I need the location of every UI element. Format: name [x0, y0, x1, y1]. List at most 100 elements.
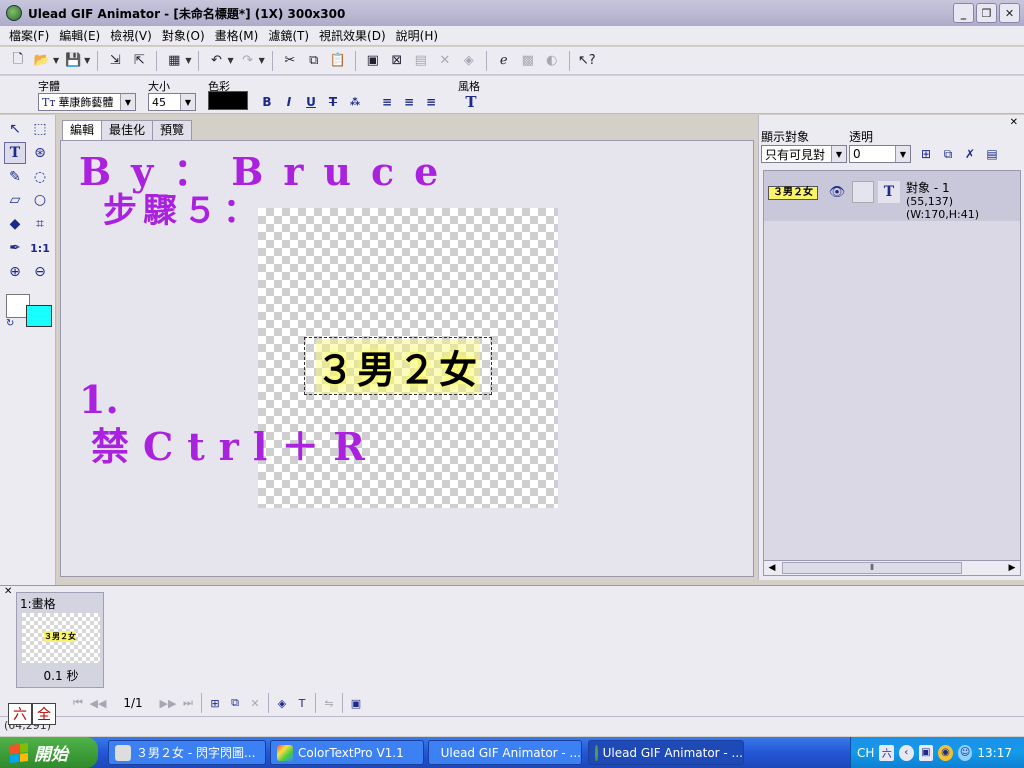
swap-colors-icon[interactable]: ↻	[6, 318, 14, 329]
ime-tray-icon[interactable]: 六	[879, 744, 894, 761]
taskbar-item-active[interactable]: Ulead GIF Animator - ...	[588, 740, 744, 765]
lasso-tool-icon[interactable]: ◌	[29, 166, 51, 188]
delete-frame-icon[interactable]: ⊠	[387, 51, 407, 71]
scroll-left-icon[interactable]: ◀	[764, 561, 780, 575]
align-left-button[interactable]: ≡	[378, 93, 396, 111]
eraser-tool-icon[interactable]: ▱	[4, 189, 26, 211]
scroll-right-icon[interactable]: ▶	[1004, 561, 1020, 575]
strikethrough-button[interactable]: T	[324, 93, 342, 111]
underline-button[interactable]: U	[302, 93, 320, 111]
taskbar-item[interactable]: ３男２女 - 閃字閃圖...	[108, 740, 266, 765]
opacity-stepper[interactable]: 0 ▼	[849, 145, 911, 163]
language-indicator[interactable]: CH	[857, 746, 874, 760]
menu-view[interactable]: 檢視(V)	[105, 27, 157, 45]
italic-button[interactable]: I	[280, 93, 298, 111]
new-icon[interactable]: 🗋	[8, 51, 28, 71]
duplicate-frame-icon[interactable]: ⧉	[225, 693, 245, 713]
ime-mode[interactable]: 六	[8, 703, 32, 725]
delete-frame-icon[interactable]: ✕	[245, 693, 265, 713]
next-frame-icon[interactable]: ▶▶	[158, 693, 178, 713]
fill-tool-icon[interactable]: ◆	[4, 213, 26, 235]
copy-icon[interactable]: ⧉	[304, 51, 324, 71]
previous-frame-icon[interactable]: ◀◀	[88, 693, 108, 713]
first-frame-icon[interactable]: ⏮	[68, 693, 88, 713]
menu-video-effects[interactable]: 視訊效果(D)	[314, 27, 391, 45]
help-icon[interactable]: ↖?	[577, 51, 597, 71]
messenger-icon[interactable]: ☺	[957, 744, 973, 761]
align-center-button[interactable]: ≡	[400, 93, 418, 111]
ime-indicator[interactable]: 六 全	[8, 703, 56, 725]
close-icon[interactable]: ✕	[4, 586, 12, 597]
transform-tool-icon[interactable]: ⊛	[29, 142, 51, 164]
layer-icon[interactable]: ▦	[164, 51, 184, 71]
close-icon[interactable]: ✕	[1010, 117, 1018, 128]
browser-preview-icon[interactable]: ℯ	[494, 51, 514, 71]
chevron-down-icon[interactable]: ▼	[895, 146, 910, 162]
eye-icon[interactable]: 👁	[826, 181, 848, 203]
redo-icon[interactable]: ↷	[238, 51, 258, 71]
undo-icon[interactable]: ↶	[206, 51, 226, 71]
menu-frame[interactable]: 畫格(M)	[210, 27, 264, 45]
list-item[interactable]: ３男２女 👁 T 對象 - 1 (55,137)(W:170,H:41)	[764, 171, 1020, 221]
size-select[interactable]: 45 ▼	[148, 93, 196, 111]
frame-icon[interactable]: ▣	[363, 51, 383, 71]
menu-object[interactable]: 對象(O)	[157, 27, 210, 45]
text-color-swatch[interactable]	[208, 91, 248, 110]
pick-tool-icon[interactable]: ↖	[4, 118, 26, 140]
eyedropper-tool-icon[interactable]: ✒	[4, 237, 26, 259]
scroll-thumb[interactable]: ⦀	[782, 562, 962, 574]
bold-button[interactable]: B	[258, 93, 276, 111]
tab-preview[interactable]: 預覽	[152, 120, 193, 140]
new-object-icon[interactable]: ⊞	[917, 145, 935, 163]
text-tool-icon[interactable]: T	[4, 142, 26, 164]
split-icon[interactable]: ✕	[435, 51, 455, 71]
horizontal-scrollbar[interactable]: ◀ ⦀ ▶	[763, 560, 1021, 576]
frame-delay[interactable]: 0.1 秒	[17, 667, 105, 684]
menu-help[interactable]: 說明(H)	[391, 27, 443, 45]
actual-size-icon[interactable]: 1:1	[29, 237, 51, 259]
menu-edit[interactable]: 編輯(E)	[54, 27, 105, 45]
network-icon[interactable]: ▣	[918, 744, 934, 761]
tween-frames-icon[interactable]: ◈	[272, 693, 292, 713]
chevron-down-icon[interactable]: ▼	[180, 94, 195, 110]
reverse-frames-icon[interactable]: ⇋	[319, 693, 339, 713]
save-icon[interactable]: 💾	[63, 51, 83, 71]
crop-tool-icon[interactable]: ⌗	[29, 213, 51, 235]
align-right-button[interactable]: ≡	[422, 93, 440, 111]
delete-object-icon[interactable]: ✗	[961, 145, 979, 163]
restore-button[interactable]: ❐	[976, 3, 997, 23]
import-icon[interactable]: ⇲	[105, 51, 125, 71]
tab-optimize[interactable]: 最佳化	[101, 120, 154, 140]
start-button[interactable]: 開始	[0, 737, 98, 768]
ime-width[interactable]: 全	[32, 703, 56, 725]
cut-icon[interactable]: ✂	[280, 51, 300, 71]
frame-item[interactable]: 1:畫格 ３男２女 0.1 秒	[16, 592, 104, 688]
paste-icon[interactable]: 📋	[328, 51, 348, 71]
show-objects-select[interactable]: 只有可見對 ▼	[761, 145, 847, 163]
canvas-area[interactable]: ３男２女 By：Bruce 步驟５： 1. 禁Ctrl＋R	[60, 140, 754, 577]
taskbar-item[interactable]: ColorTextPro V1.1	[270, 740, 424, 765]
optimize-icon[interactable]: ▩	[518, 51, 538, 71]
text-banner-icon[interactable]: T	[292, 693, 312, 713]
chevron-down-icon[interactable]: ▼	[120, 94, 135, 110]
open-icon[interactable]: 📂	[32, 51, 52, 71]
background-color[interactable]	[26, 305, 52, 327]
text-style-button[interactable]: T	[462, 93, 480, 111]
zoom-out-icon[interactable]: ⊖	[29, 261, 51, 283]
tween-icon[interactable]: ◈	[459, 51, 479, 71]
lock-toggle[interactable]	[852, 181, 874, 203]
font-select[interactable]: Tт 華康飾藝體 ▼	[38, 93, 136, 111]
marquee-tool-icon[interactable]: ⬚	[29, 118, 51, 140]
menu-file[interactable]: 檔案(F)	[4, 27, 54, 45]
app-icon[interactable]	[6, 5, 22, 21]
vertical-text-button[interactable]: ⁂	[346, 93, 364, 111]
last-frame-icon[interactable]: ⏭	[178, 693, 198, 713]
menu-filter[interactable]: 濾鏡(T)	[263, 27, 314, 45]
chevron-down-icon[interactable]: ▼	[831, 146, 846, 162]
duplicate-object-icon[interactable]: ⧉	[939, 145, 957, 163]
tab-edit[interactable]: 編輯	[62, 120, 103, 141]
object-properties-icon[interactable]: ▤	[983, 145, 1001, 163]
minimize-button[interactable]: _	[953, 3, 974, 23]
zoom-in-icon[interactable]: ⊕	[4, 261, 26, 283]
add-frame-icon[interactable]: ⊞	[205, 693, 225, 713]
